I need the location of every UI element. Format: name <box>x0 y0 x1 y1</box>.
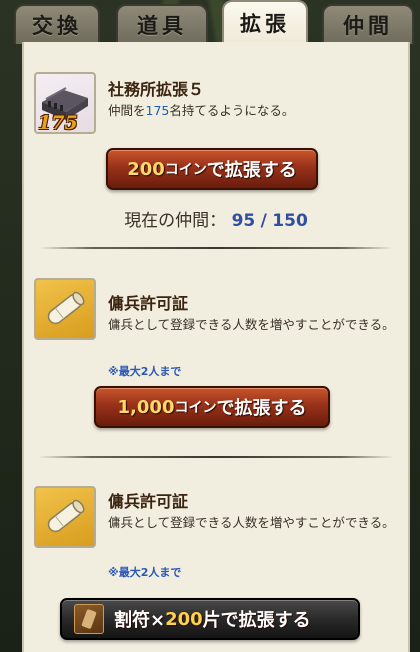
expand-office-coin-button[interactable]: 200 コイン で拡張する <box>106 148 318 190</box>
scroll-icon <box>47 499 85 533</box>
button-unit: コイン <box>164 162 207 178</box>
button-amount: 200 <box>127 158 165 180</box>
button-prefix: 割符× <box>114 610 166 631</box>
expand-permit-coin-button[interactable]: 1,000 コイン で拡張する <box>94 386 330 428</box>
expansion-panel: 175 社務所拡張５ 仲間を175名持てるようになる。 200 コイン で拡張する … <box>22 42 410 652</box>
permit-description: 傭兵として登録できる人数を増やすことができる。 <box>108 317 395 332</box>
section-divider <box>38 247 394 249</box>
office-building-icon: 175 <box>34 72 96 134</box>
member-count: 現在の仲間： 95 / 150 <box>24 206 408 231</box>
permit-tally-section: 傭兵許可証 傭兵として登録できる人数を増やすことができる。 ※最大2人まで 割符… <box>24 462 408 652</box>
members-label: 現在の仲間： <box>124 211 227 231</box>
permit-description: 傭兵として登録できる人数を増やすことができる。 <box>108 515 395 530</box>
tab-companions[interactable]: 仲間 <box>322 4 414 44</box>
tab-label: 拡張 <box>240 11 290 36</box>
expand-permit-tally-button[interactable]: 割符× 200 片で拡張する <box>60 598 360 640</box>
permit-limit-note: ※最大2人まで <box>108 365 182 378</box>
tab-bar: 交換 道具 拡張 仲間 <box>0 0 420 44</box>
scroll-icon <box>34 486 96 548</box>
desc-prefix: 仲間を <box>108 103 146 118</box>
tab-expand[interactable]: 拡張 <box>222 0 308 44</box>
button-label: で拡張する <box>206 160 297 181</box>
tab-label: 仲間 <box>343 13 393 38</box>
button-label: で拡張する <box>216 398 307 419</box>
scroll-icon <box>47 291 85 325</box>
office-level: 175 <box>38 112 78 134</box>
permit-title: 傭兵許可証 <box>108 294 189 313</box>
permit-title: 傭兵許可証 <box>108 492 189 511</box>
tab-label: 道具 <box>137 13 187 38</box>
office-description: 仲間を175名持てるようになる。 <box>108 100 398 121</box>
office-expansion-section: 175 社務所拡張５ 仲間を175名持てるようになる。 200 コイン で拡張する … <box>24 42 408 252</box>
button-unit: コイン <box>174 400 217 416</box>
tab-items[interactable]: 道具 <box>116 4 208 44</box>
button-amount: 200 <box>165 608 203 630</box>
tab-exchange[interactable]: 交換 <box>14 4 100 44</box>
tab-label: 交換 <box>32 13 82 38</box>
button-amount: 1,000 <box>117 396 175 418</box>
desc-count: 175 <box>145 103 170 118</box>
members-separator: / <box>260 211 267 231</box>
permit-coin-section: 傭兵許可証 傭兵として登録できる人数を増やすことができる。 ※最大2人まで 1,… <box>24 252 408 462</box>
desc-suffix: 名持てるようになる。 <box>169 103 295 118</box>
section-divider <box>38 456 394 458</box>
members-max: 150 <box>272 211 308 231</box>
office-title: 社務所拡張５ <box>108 80 205 99</box>
button-label: 片で拡張する <box>202 610 311 631</box>
members-current: 95 <box>231 211 256 231</box>
tally-icon <box>74 604 104 634</box>
scroll-icon <box>34 278 96 340</box>
permit-limit-note: ※最大2人まで <box>108 566 182 579</box>
